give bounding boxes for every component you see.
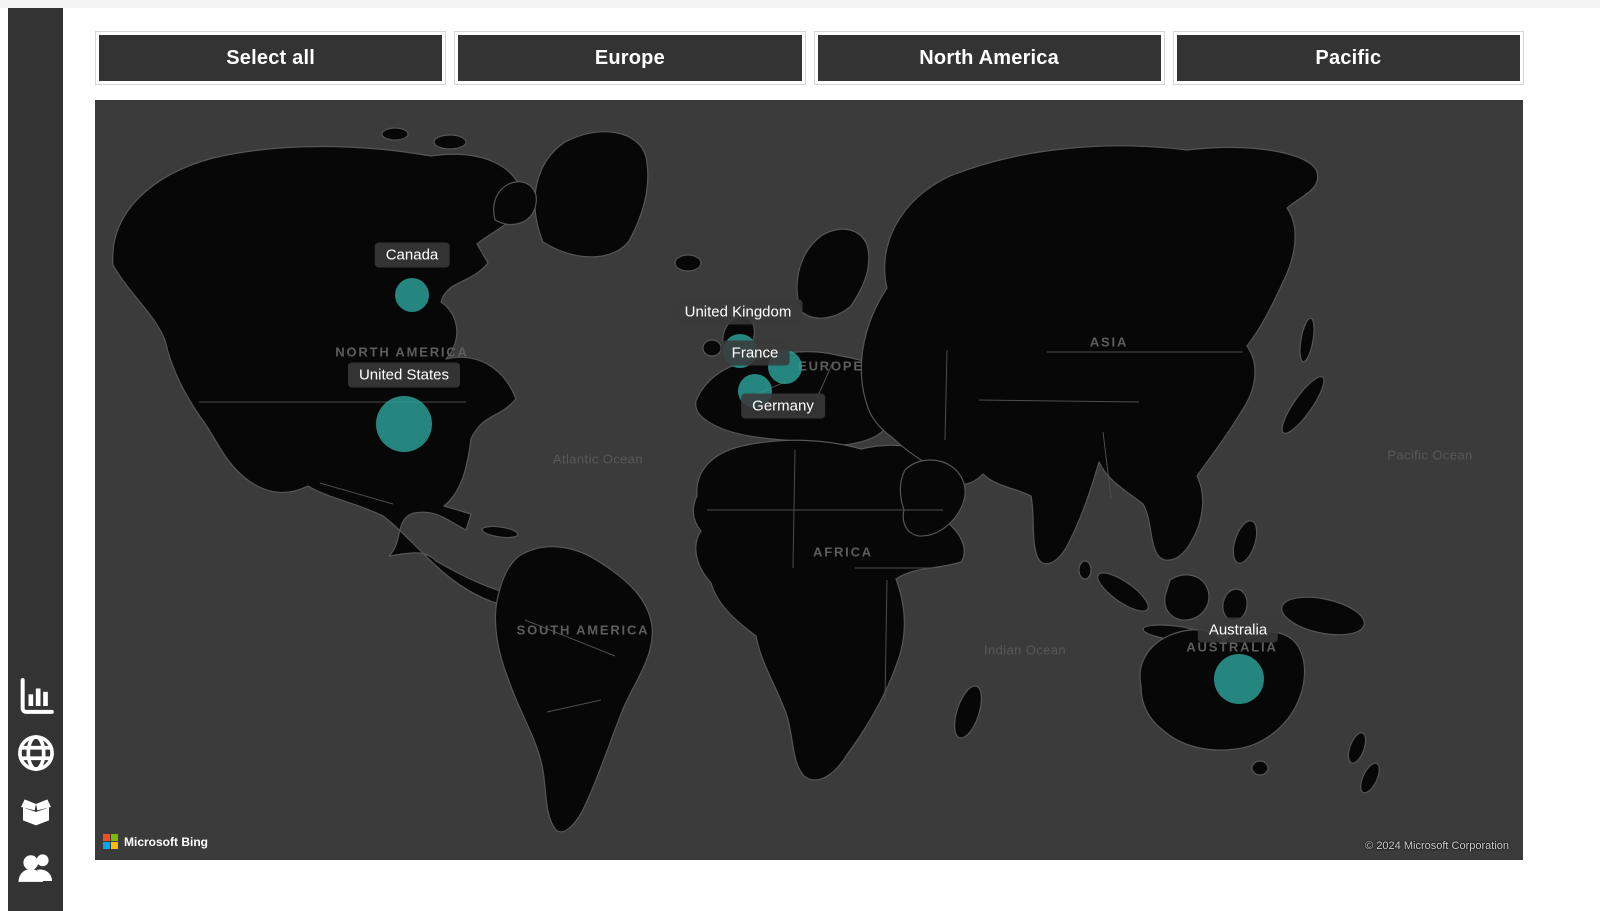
bing-label: Microsoft Bing (124, 835, 208, 849)
map-region-label: AFRICA (813, 545, 873, 560)
bing-attribution: Microsoft Bing (103, 834, 208, 849)
map-region-label: ASIA (1090, 335, 1128, 350)
map-bubble-canada[interactable] (395, 278, 429, 312)
map-country-label-france: France (721, 341, 790, 366)
sidebar-item-product-box[interactable] (14, 788, 58, 832)
page-nav-sidebar (8, 8, 63, 911)
filter-button-europe[interactable]: Europe (454, 31, 805, 85)
sidebar-item-customers[interactable] (14, 845, 58, 889)
bar-chart-icon (16, 676, 56, 716)
map-bubble-united-states[interactable] (376, 396, 432, 452)
filter-button-north-america[interactable]: North America (814, 31, 1165, 85)
people-icon (15, 846, 57, 888)
map-region-label: SOUTH AMERICA (517, 623, 650, 638)
world-map-svg (95, 100, 1523, 860)
filter-button-label: Select all (99, 35, 442, 81)
map-ocean-label: Pacific Ocean (1387, 448, 1472, 463)
filter-button-label: North America (818, 35, 1161, 81)
filter-button-label: Pacific (1177, 35, 1520, 81)
map-ocean-label: Indian Ocean (984, 643, 1066, 658)
world-map-visual[interactable]: NORTH AMERICA SOUTH AMERICA EUROPE AFRIC… (95, 100, 1523, 860)
map-region-label: NORTH AMERICA (335, 345, 468, 360)
map-ocean-label: Atlantic Ocean (553, 452, 643, 467)
region-filter-row: Select all Europe North America Pacific (95, 31, 1524, 85)
map-country-label-canada: Canada (375, 243, 450, 268)
microsoft-logo-icon (103, 834, 118, 849)
map-country-label-united-states: United States (348, 363, 460, 388)
map-region-label: EUROPE (798, 359, 864, 374)
top-strip (0, 0, 1600, 8)
globe-icon (15, 732, 57, 774)
map-country-label-united-kingdom: United Kingdom (674, 300, 803, 325)
map-copyright: © 2024 Microsoft Corporation (1365, 840, 1509, 852)
map-country-label-germany: Germany (741, 394, 825, 419)
filter-button-label: Europe (458, 35, 801, 81)
open-box-icon (16, 790, 56, 830)
map-country-label-australia: Australia (1198, 618, 1278, 643)
filter-button-select-all[interactable]: Select all (95, 31, 446, 85)
map-bubble-australia[interactable] (1214, 654, 1264, 704)
sidebar-item-globe[interactable] (14, 731, 58, 775)
sidebar-item-chart[interactable] (14, 674, 58, 718)
filter-button-pacific[interactable]: Pacific (1173, 31, 1524, 85)
